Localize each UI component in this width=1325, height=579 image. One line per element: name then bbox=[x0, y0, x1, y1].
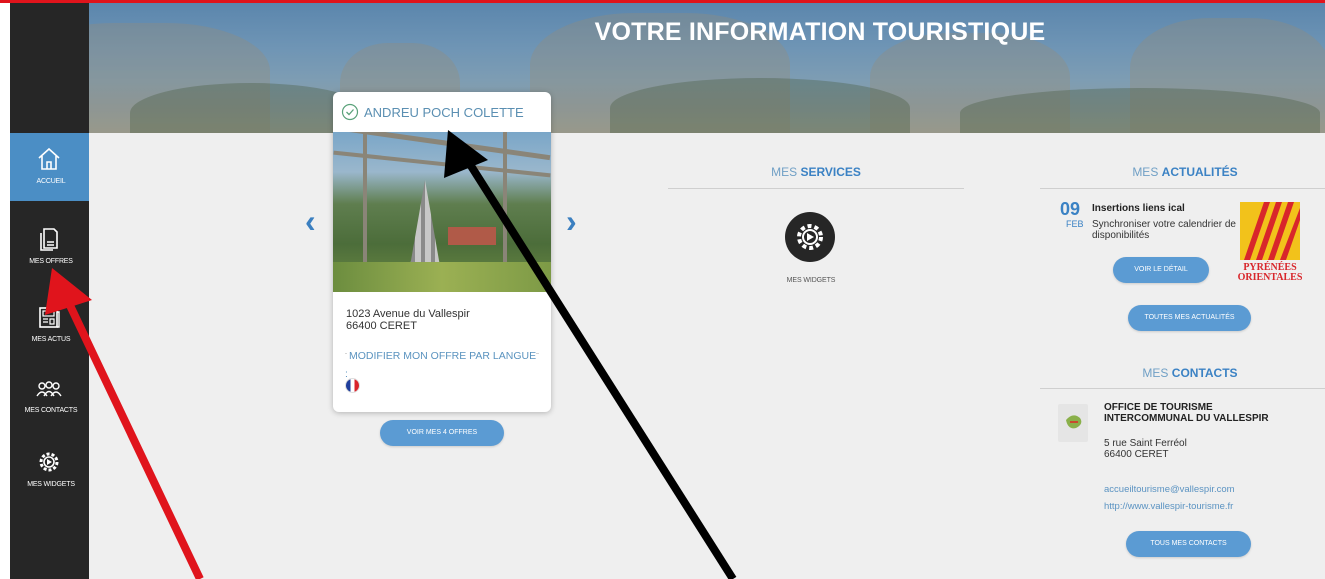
offer-photo bbox=[333, 132, 551, 292]
modify-offer-language-label: MODIFIER MON OFFRE PAR LANGUE : bbox=[345, 350, 537, 380]
contacts-section-title: MES CONTACTS bbox=[1142, 366, 1238, 380]
offer-address-line1: 1023 Avenue du Vallespir bbox=[346, 308, 470, 320]
sidebar-item-label: MES OFFRES bbox=[29, 258, 73, 265]
contact-address-line1: 5 rue Saint Ferréol bbox=[1104, 438, 1187, 449]
sidebar-item-label: MES ACTUS bbox=[31, 336, 71, 343]
news-day: 09 bbox=[1060, 199, 1081, 219]
sidebar-item-label: MES WIDGETS bbox=[27, 481, 75, 488]
offer-card[interactable]: ANDREU POCH COLETTE 1023 Avenue du Valle… bbox=[333, 92, 551, 412]
contacts-icon bbox=[36, 381, 62, 397]
sidebar-item-label: MES CONTACTS bbox=[24, 407, 78, 414]
home-icon bbox=[38, 147, 60, 170]
sidebar-item-mes-contacts[interactable]: MES CONTACTS bbox=[10, 362, 92, 430]
pyrenees-orientales-logo: PYRÉNÉES ORIENTALES bbox=[1238, 200, 1303, 284]
divider bbox=[668, 188, 964, 189]
see-all-offers-button[interactable]: VOIR MES 4 OFFRES bbox=[380, 420, 504, 446]
news-section-title: MES ACTUALITÉS bbox=[1132, 165, 1238, 179]
divider bbox=[1040, 188, 1325, 189]
news-icon bbox=[39, 307, 60, 328]
offer-address-line2: 66400 CERET bbox=[346, 320, 417, 332]
all-news-button[interactable]: TOUTES MES ACTUALITÉS bbox=[1128, 305, 1251, 331]
services-section-title: MES SERVICES bbox=[771, 165, 861, 179]
widget-gear-icon bbox=[797, 224, 823, 250]
svg-text:ORIENTALES: ORIENTALES bbox=[1238, 272, 1302, 283]
french-flag-icon[interactable] bbox=[345, 378, 360, 393]
contact-website-link[interactable]: http://www.vallespir-tourisme.fr bbox=[1104, 501, 1233, 512]
hero-banner: VOTRE INFORMATION TOURISTIQUE bbox=[10, 3, 1325, 133]
offer-name: ANDREU POCH COLETTE bbox=[364, 104, 524, 120]
sidebar-item-label: ACCUEIL bbox=[36, 178, 66, 185]
widgets-label: MES WIDGETS bbox=[786, 277, 836, 284]
contact-address: 5 rue Saint Ferréol 66400 CERET bbox=[1104, 438, 1187, 460]
page-title: VOTRE INFORMATION TOURISTIQUE bbox=[594, 18, 1046, 46]
widgets-button[interactable] bbox=[785, 212, 835, 262]
left-margin bbox=[0, 3, 10, 579]
widget-gear-icon bbox=[39, 452, 59, 472]
sidebar-item-mes-widgets[interactable]: MES WIDGETS bbox=[10, 436, 92, 504]
contact-logo bbox=[1058, 404, 1088, 442]
contact-address-line2: 66400 CERET bbox=[1104, 449, 1169, 460]
contact-name: OFFICE DE TOURISME INTERCOMMUNAL DU VALL… bbox=[1104, 402, 1269, 424]
offers-icon bbox=[40, 228, 58, 251]
view-detail-button[interactable]: VOIR LE DÉTAIL bbox=[1113, 257, 1209, 283]
offer-address: 1023 Avenue du Vallespir 66400 CERET bbox=[333, 292, 551, 332]
check-circle-icon bbox=[341, 103, 359, 121]
all-contacts-button[interactable]: TOUS MES CONTACTS bbox=[1126, 531, 1251, 557]
news-month: FEB bbox=[1066, 219, 1084, 229]
prev-offer-chevron-icon[interactable]: ‹ bbox=[305, 205, 316, 237]
main-content bbox=[89, 133, 1325, 579]
sidebar-item-mes-offres[interactable]: MES OFFRES bbox=[10, 213, 92, 281]
contact-email-link[interactable]: accueiltourisme@vallespir.com bbox=[1104, 484, 1235, 495]
divider bbox=[1040, 388, 1325, 389]
news-title: Insertions liens ical bbox=[1092, 203, 1185, 214]
news-text: Synchroniser votre calendrier de disponi… bbox=[1092, 219, 1236, 241]
sidebar-item-mes-actus[interactable]: MES ACTUS bbox=[10, 291, 92, 359]
next-offer-chevron-icon[interactable]: › bbox=[566, 205, 577, 237]
sidebar-item-accueil[interactable]: ACCUEIL bbox=[10, 133, 92, 201]
